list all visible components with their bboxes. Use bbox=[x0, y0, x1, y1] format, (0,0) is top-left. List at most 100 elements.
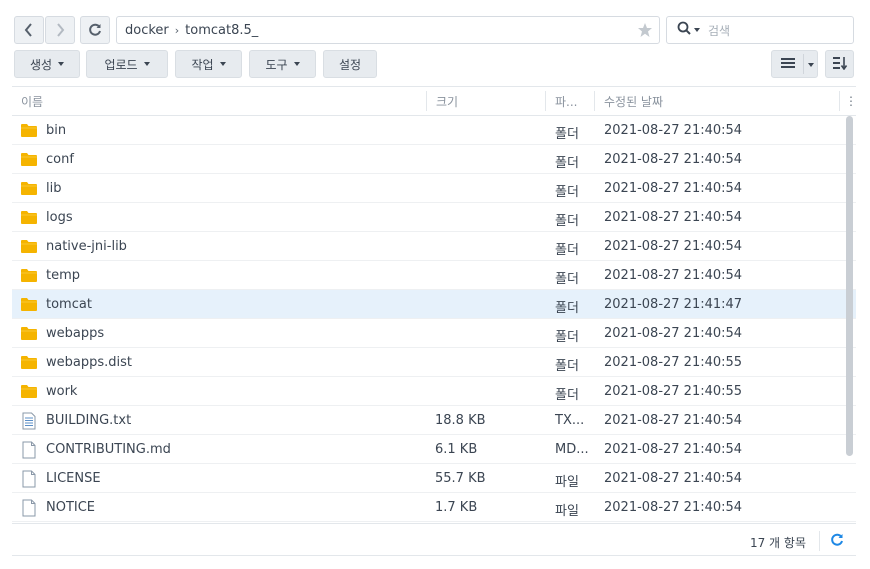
file-type: 파일 bbox=[555, 504, 579, 519]
file-name[interactable]: conf bbox=[46, 152, 74, 167]
chevron-right-icon bbox=[57, 23, 65, 37]
file-type: 폴더 bbox=[555, 185, 579, 200]
file-row[interactable]: logs 폴더 2021-08-27 21:40:54 bbox=[12, 203, 856, 232]
file-row[interactable]: LICENSE 55.7 KB 파일 2021-08-27 21:40:54 bbox=[12, 464, 856, 493]
view-options-caret-icon[interactable] bbox=[808, 63, 814, 67]
column-header-name[interactable]: 이름 bbox=[12, 87, 426, 115]
file-modified: 2021-08-27 21:40:55 bbox=[604, 355, 743, 370]
file-size: 6.1 KB bbox=[435, 442, 478, 457]
file-type: 폴더 bbox=[555, 388, 579, 403]
tools-label: 도구 bbox=[265, 57, 288, 72]
folder-icon bbox=[20, 238, 38, 258]
refresh-icon bbox=[89, 23, 101, 36]
file-list-header: 이름 크기 파... 수정된 날짜 ⋮ bbox=[12, 86, 857, 116]
file-type: MD... bbox=[555, 442, 589, 457]
file-name[interactable]: work bbox=[46, 384, 77, 399]
file-type: 폴더 bbox=[555, 301, 579, 316]
file-row[interactable]: BUILDING.txt 18.8 KB TX... 2021-08-27 21:40… bbox=[12, 406, 856, 435]
folder-icon bbox=[20, 354, 38, 374]
chevron-down-icon bbox=[143, 62, 150, 66]
column-header-type[interactable]: 파... bbox=[546, 87, 594, 115]
file-name[interactable]: LICENSE bbox=[46, 471, 101, 486]
file-type: TX... bbox=[555, 413, 585, 428]
vertical-scrollbar[interactable] bbox=[846, 116, 853, 456]
file-row[interactable]: lib 폴더 2021-08-27 21:40:54 bbox=[12, 174, 856, 203]
list-view-icon bbox=[780, 57, 796, 72]
breadcrumb-current[interactable]: tomcat8.5_ bbox=[185, 23, 258, 38]
view-mode-button[interactable] bbox=[771, 50, 818, 78]
forward-button[interactable] bbox=[45, 16, 75, 44]
file-row[interactable]: work 폴더 2021-08-27 21:40:55 bbox=[12, 377, 856, 406]
folder-icon bbox=[20, 122, 38, 142]
file-type: 파일 bbox=[555, 475, 579, 490]
upload-menu-button[interactable]: 업로드 bbox=[86, 50, 168, 78]
file-type: 폴더 bbox=[555, 156, 579, 171]
settings-button[interactable]: 설정 bbox=[323, 50, 377, 78]
refresh-button[interactable] bbox=[80, 16, 110, 44]
file-type: 폴더 bbox=[555, 214, 579, 229]
file-name[interactable]: logs bbox=[46, 210, 73, 225]
back-button[interactable] bbox=[14, 16, 44, 44]
create-label: 생성 bbox=[29, 57, 53, 72]
file-modified: 2021-08-27 21:40:54 bbox=[604, 442, 743, 457]
sort-button[interactable] bbox=[825, 50, 854, 78]
folder-icon bbox=[20, 151, 38, 171]
file-name[interactable]: bin bbox=[46, 123, 66, 138]
file-row[interactable]: webapps 폴더 2021-08-27 21:40:54 bbox=[12, 319, 856, 348]
file-modified: 2021-08-27 21:40:54 bbox=[604, 413, 743, 428]
file-name[interactable]: lib bbox=[46, 181, 61, 196]
search-options-caret-icon[interactable] bbox=[694, 28, 700, 32]
breadcrumb-separator-icon: › bbox=[174, 23, 180, 37]
folder-icon bbox=[20, 383, 38, 403]
file-row[interactable]: conf 폴더 2021-08-27 21:40:54 bbox=[12, 145, 856, 174]
file-name[interactable]: webapps bbox=[46, 326, 104, 341]
file-list: bin 폴더 2021-08-27 21:40:54 conf 폴더 2021-08-27… bbox=[12, 116, 856, 523]
item-count: 17 개 항목 bbox=[749, 536, 806, 550]
status-bar: 17 개 항목 bbox=[12, 523, 856, 556]
file-modified: 2021-08-27 21:41:47 bbox=[604, 297, 743, 312]
file-row[interactable]: bin 폴더 2021-08-27 21:40:54 bbox=[12, 116, 856, 145]
file-modified: 2021-08-27 21:40:54 bbox=[604, 239, 743, 254]
folder-icon bbox=[20, 267, 38, 287]
tools-menu-button[interactable]: 도구 bbox=[249, 50, 316, 78]
create-menu-button[interactable]: 생성 bbox=[14, 50, 80, 78]
search-placeholder: 검색 bbox=[708, 23, 731, 38]
upload-label: 업로드 bbox=[104, 57, 138, 72]
file-row[interactable]: native-jni-lib 폴더 2021-08-27 21:40:54 bbox=[12, 232, 856, 261]
settings-label: 설정 bbox=[338, 57, 362, 72]
file-row[interactable]: temp 폴더 2021-08-27 21:40:54 bbox=[12, 261, 856, 290]
folder-icon bbox=[20, 209, 38, 229]
file-name[interactable]: CONTRIBUTING.md bbox=[46, 442, 171, 457]
file-name[interactable]: native-jni-lib bbox=[46, 239, 127, 254]
breadcrumb-docker[interactable]: docker bbox=[125, 23, 169, 38]
file-row[interactable]: NOTICE 1.7 KB 파일 2021-08-27 21:40:54 bbox=[12, 493, 856, 522]
file-modified: 2021-08-27 21:40:54 bbox=[604, 268, 743, 283]
file-modified: 2021-08-27 21:40:55 bbox=[604, 384, 743, 399]
column-options-icon[interactable]: ⋮ bbox=[842, 87, 857, 115]
file-row[interactable]: CONTRIBUTING.md 6.1 KB MD... 2021-08-27 21:… bbox=[12, 435, 856, 464]
file-size: 1.7 KB bbox=[435, 500, 478, 515]
action-menu-button[interactable]: 작업 bbox=[175, 50, 242, 78]
refresh-list-icon[interactable] bbox=[830, 533, 844, 551]
file-icon bbox=[20, 499, 38, 521]
file-name[interactable]: webapps.dist bbox=[46, 355, 132, 370]
file-modified: 2021-08-27 21:40:54 bbox=[604, 210, 743, 225]
file-name[interactable]: NOTICE bbox=[46, 500, 95, 515]
text-file-icon bbox=[20, 412, 38, 434]
column-header-modified[interactable]: 수정된 날짜 bbox=[595, 87, 839, 115]
file-name[interactable]: temp bbox=[46, 268, 80, 283]
folder-icon bbox=[20, 325, 38, 345]
chevron-down-icon bbox=[293, 62, 300, 66]
file-type: 폴더 bbox=[555, 127, 579, 142]
file-type: 폴더 bbox=[555, 359, 579, 374]
file-modified: 2021-08-27 21:40:54 bbox=[604, 123, 743, 138]
file-name[interactable]: BUILDING.txt bbox=[46, 413, 131, 428]
path-bar[interactable]: docker › tomcat8.5_ bbox=[116, 16, 660, 44]
file-row[interactable]: tomcat 폴더 2021-08-27 21:41:47 bbox=[12, 290, 856, 319]
file-name[interactable]: tomcat bbox=[46, 297, 92, 312]
column-header-size[interactable]: 크기 bbox=[427, 87, 545, 115]
file-size: 18.8 KB bbox=[435, 413, 486, 428]
search-field[interactable]: 검색 bbox=[666, 16, 854, 44]
file-row[interactable]: webapps.dist 폴더 2021-08-27 21:40:55 bbox=[12, 348, 856, 377]
favorite-star-icon[interactable] bbox=[637, 22, 653, 42]
